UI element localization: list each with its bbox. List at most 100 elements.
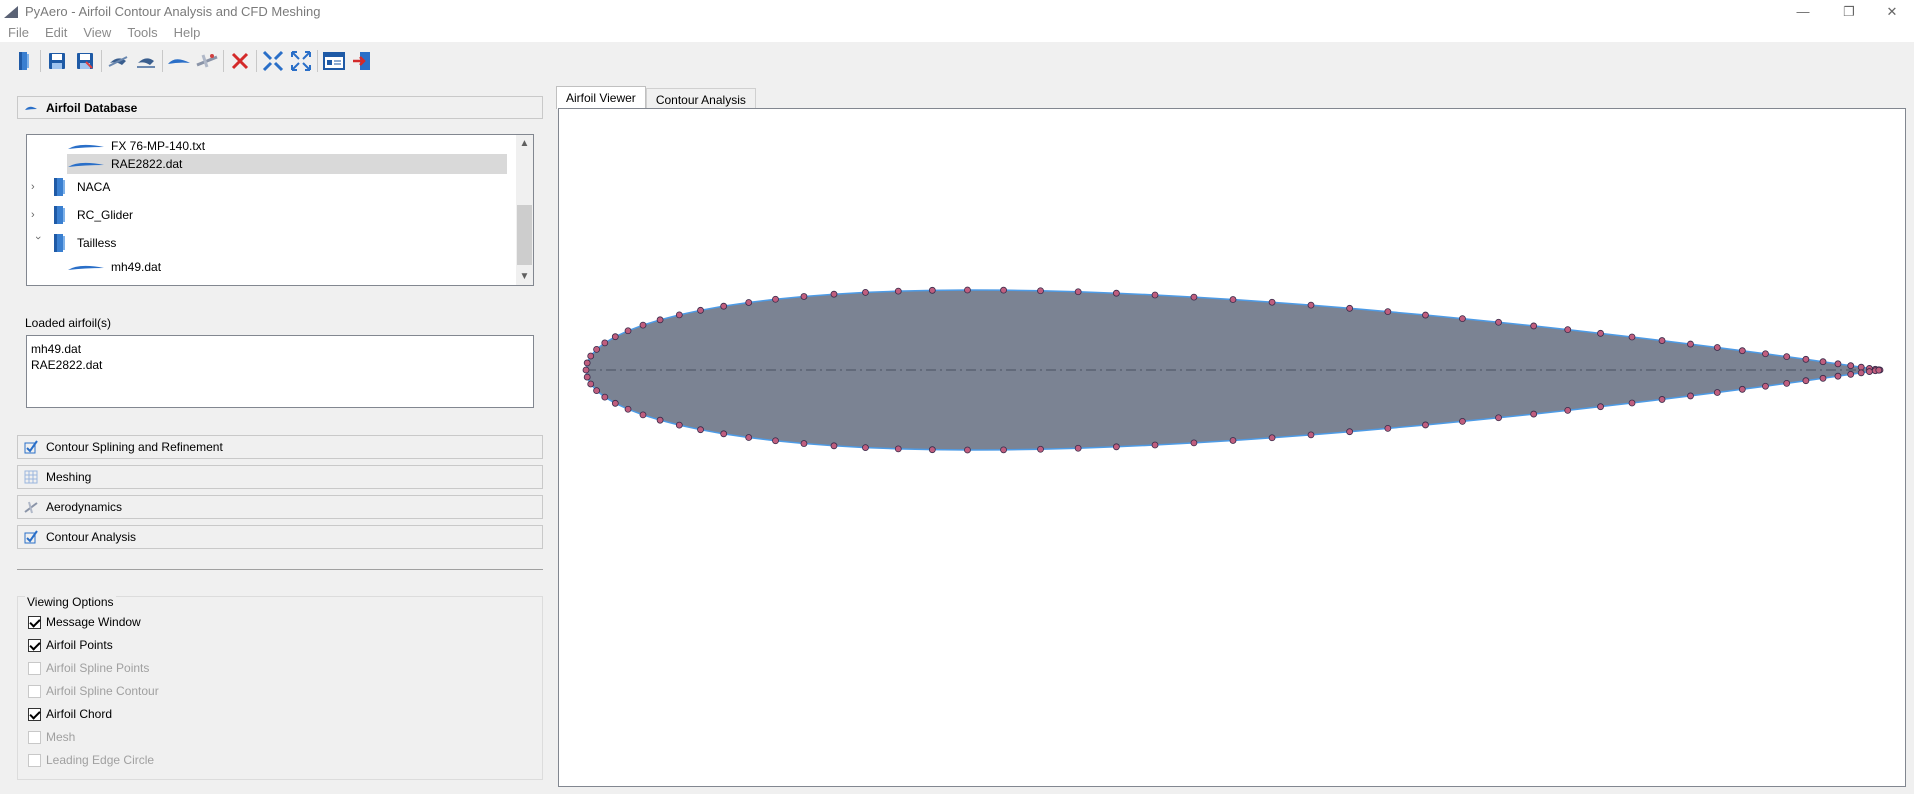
list-item[interactable]: mh49.dat bbox=[31, 341, 529, 357]
menu-tools[interactable]: Tools bbox=[119, 25, 165, 40]
tree-item-label: RC_Glider bbox=[77, 208, 134, 222]
airfoil-point bbox=[928, 446, 936, 454]
checkbox[interactable] bbox=[28, 730, 41, 744]
airfoil-point bbox=[1112, 289, 1120, 297]
loaded-airfoils-list[interactable]: mh49.dat RAE2822.dat bbox=[26, 335, 534, 408]
checkbox[interactable] bbox=[28, 753, 41, 767]
zoom-in-icon[interactable] bbox=[259, 47, 287, 75]
option-leading-edge-circle[interactable]: Leading Edge Circle bbox=[28, 753, 154, 767]
restore-button[interactable]: ❐ bbox=[1826, 0, 1872, 23]
checkbox[interactable] bbox=[28, 661, 41, 675]
section-contour-splining[interactable]: Contour Splining and Refinement bbox=[17, 435, 543, 459]
tab-airfoil-viewer[interactable]: Airfoil Viewer bbox=[556, 86, 646, 109]
option-airfoil-chord[interactable]: Airfoil Chord bbox=[28, 707, 112, 721]
airfoil-point bbox=[624, 327, 632, 335]
toolbar-separator bbox=[223, 50, 224, 72]
airfoil-point bbox=[1037, 287, 1044, 295]
airfoil-point bbox=[1857, 369, 1865, 377]
tree-item-naca[interactable]: › NACA bbox=[31, 177, 491, 197]
tree-item-rae2822[interactable]: RAE2822.dat bbox=[67, 154, 507, 174]
save-as-icon[interactable] bbox=[71, 47, 99, 75]
menu-view[interactable]: View bbox=[75, 25, 119, 40]
airfoil-point bbox=[894, 445, 902, 453]
section-contour-analysis[interactable]: Contour Analysis bbox=[17, 525, 543, 549]
aircraft-icon[interactable] bbox=[193, 47, 221, 75]
close-button[interactable]: ✕ bbox=[1869, 0, 1914, 23]
chevron-right-icon[interactable]: › bbox=[31, 209, 45, 221]
airfoil-point bbox=[862, 444, 869, 451]
list-item[interactable]: RAE2822.dat bbox=[31, 357, 529, 373]
folder-icon bbox=[54, 178, 65, 196]
export-icon[interactable] bbox=[132, 47, 160, 75]
message-window-icon[interactable] bbox=[320, 47, 348, 75]
minimize-button[interactable]: — bbox=[1780, 0, 1826, 23]
tree-item-mh49[interactable]: mh49.dat bbox=[67, 257, 487, 277]
airfoil-point bbox=[1530, 322, 1538, 330]
airfoil-point bbox=[582, 366, 590, 374]
folder-icon bbox=[54, 206, 65, 224]
airfoil-point bbox=[862, 289, 869, 296]
chevron-down-icon[interactable]: › bbox=[32, 236, 44, 250]
option-label: Airfoil Chord bbox=[46, 707, 113, 721]
option-airfoil-spline-contour[interactable]: Airfoil Spline Contour bbox=[28, 684, 159, 698]
menu-edit[interactable]: Edit bbox=[37, 25, 75, 40]
import-icon[interactable] bbox=[104, 47, 132, 75]
delete-icon[interactable] bbox=[226, 47, 254, 75]
menu-help[interactable]: Help bbox=[166, 25, 209, 40]
exit-icon[interactable] bbox=[348, 47, 376, 75]
option-mesh[interactable]: Mesh bbox=[28, 730, 75, 744]
section-airfoil-database[interactable]: Airfoil Database bbox=[17, 96, 543, 119]
airfoil-point bbox=[772, 437, 779, 445]
scroll-thumb[interactable] bbox=[517, 205, 532, 265]
airfoil-point bbox=[1834, 372, 1842, 380]
airfoil-point bbox=[1687, 340, 1694, 348]
airfoil-viewer[interactable] bbox=[558, 108, 1906, 787]
tree-scrollbar[interactable]: ▲ ▼ bbox=[516, 135, 533, 285]
airfoil-point bbox=[772, 295, 779, 303]
airfoil-point bbox=[1802, 355, 1810, 363]
menu-file[interactable]: File bbox=[0, 25, 37, 40]
option-airfoil-points[interactable]: Airfoil Points bbox=[28, 638, 113, 652]
checkbox[interactable] bbox=[28, 684, 41, 698]
fit-view-icon[interactable] bbox=[287, 47, 315, 75]
section-meshing[interactable]: Meshing bbox=[17, 465, 543, 489]
airfoil-point bbox=[593, 345, 600, 353]
airfoil-point bbox=[1783, 379, 1791, 387]
airfoil-point bbox=[611, 333, 619, 341]
airfoil-point bbox=[1074, 288, 1082, 296]
toolbar-separator bbox=[162, 50, 163, 72]
option-label: Airfoil Spline Points bbox=[46, 661, 150, 675]
main-tabs: Airfoil Viewer Contour Analysis bbox=[556, 86, 756, 110]
airfoil-icon bbox=[68, 144, 104, 149]
checkbox[interactable] bbox=[28, 707, 41, 721]
option-label: Leading Edge Circle bbox=[46, 753, 155, 767]
tree-item-fx76[interactable]: FX 76-MP-140.txt bbox=[67, 136, 487, 156]
airfoil-point bbox=[675, 311, 683, 319]
airfoil-point bbox=[697, 426, 704, 434]
scroll-down-icon[interactable]: ▼ bbox=[516, 268, 533, 285]
airfoil-point bbox=[1346, 428, 1354, 436]
airfoil-point bbox=[1307, 431, 1315, 439]
tree-item-tailless[interactable]: › Tailless bbox=[31, 233, 491, 253]
chevron-right-icon[interactable]: › bbox=[31, 181, 45, 193]
scroll-up-icon[interactable]: ▲ bbox=[516, 135, 533, 152]
edit-check-icon bbox=[24, 440, 40, 454]
toolbar-separator bbox=[317, 50, 318, 72]
airfoil-point bbox=[587, 352, 595, 360]
checkbox[interactable] bbox=[28, 638, 41, 652]
airfoil-tree[interactable]: FX 76-MP-140.txt RAE2822.dat › NACA › RC… bbox=[26, 134, 534, 286]
airfoil-point bbox=[1783, 353, 1791, 361]
airfoil-canvas[interactable] bbox=[559, 109, 1906, 787]
open-folder-icon[interactable] bbox=[10, 47, 38, 75]
airfoil-icon[interactable] bbox=[165, 47, 193, 75]
save-icon[interactable] bbox=[43, 47, 71, 75]
tree-item-rc-glider[interactable]: › RC_Glider bbox=[31, 205, 491, 225]
airfoil-point bbox=[611, 399, 619, 407]
app-icon bbox=[4, 5, 18, 18]
option-message-window[interactable]: Message Window bbox=[28, 615, 141, 629]
section-aerodynamics[interactable]: Aerodynamics bbox=[17, 495, 543, 519]
checkbox[interactable] bbox=[28, 615, 41, 629]
option-airfoil-spline-points[interactable]: Airfoil Spline Points bbox=[28, 661, 149, 675]
tab-contour-analysis[interactable]: Contour Analysis bbox=[645, 88, 756, 110]
tree-item-label: Tailless bbox=[77, 236, 117, 250]
